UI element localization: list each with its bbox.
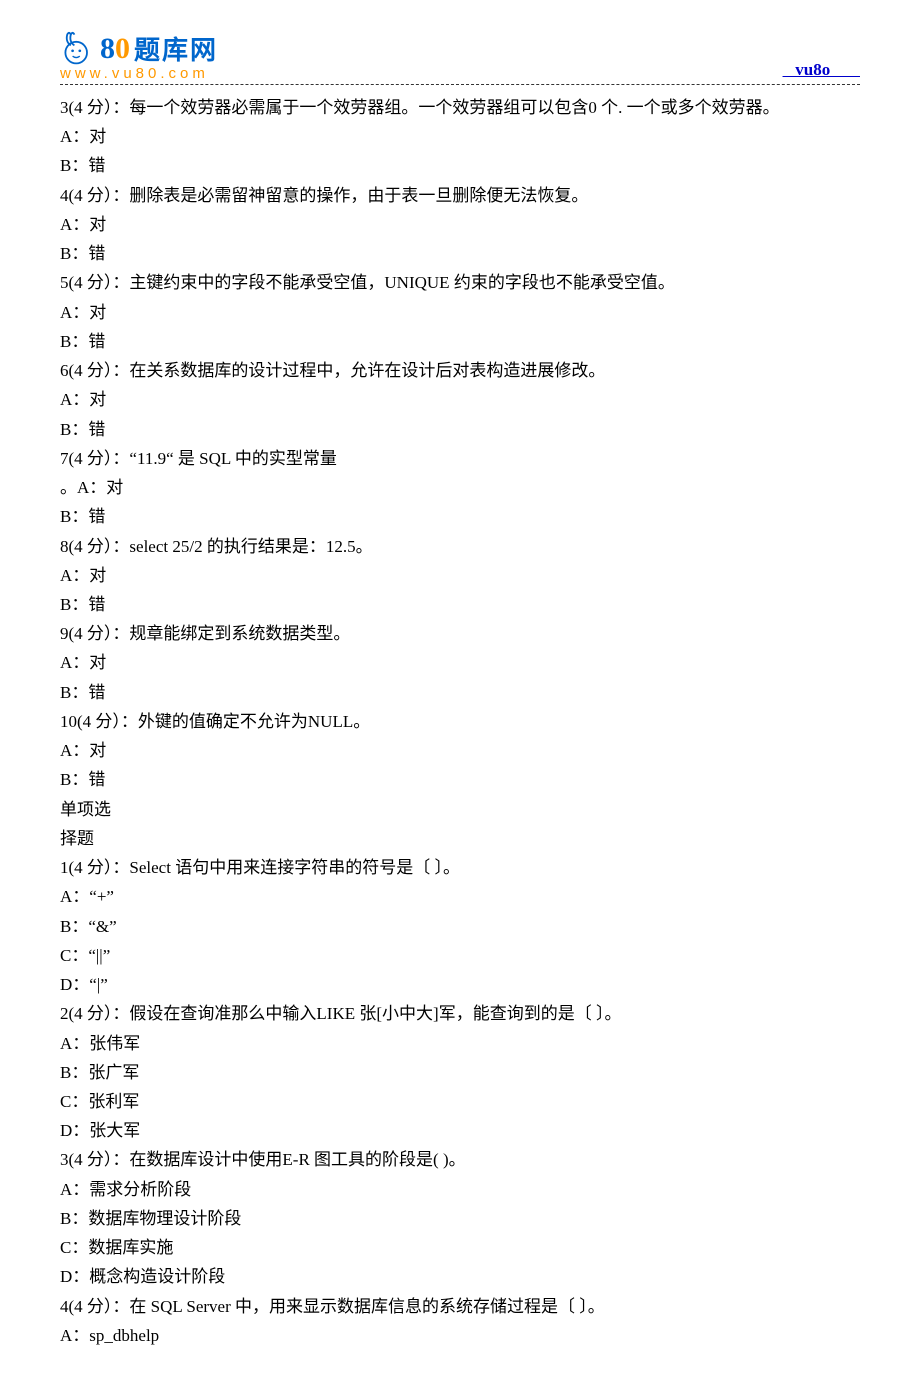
text-line: 10(4 分）：外键的值确定不允许为NULL。 xyxy=(60,707,860,736)
logo-text: 8 0 题库网 xyxy=(100,30,218,67)
text-line: 4(4 分）：删除表是必需留神留意的操作，由于表一旦删除便无法恢复。 xyxy=(60,181,860,210)
logo-digit-8: 8 xyxy=(100,32,115,66)
text-line: B：错 xyxy=(60,239,860,268)
text-line: A：sp_dbhelp xyxy=(60,1321,860,1350)
text-line: 4(4 分）：在 SQL Server 中，用来显示数据库信息的系统存储过程是〔… xyxy=(60,1292,860,1321)
text-line: C：数据库实施 xyxy=(60,1233,860,1262)
text-line: C：“||” xyxy=(60,941,860,970)
text-line: B：张广军 xyxy=(60,1058,860,1087)
text-line: 单项选 xyxy=(60,795,860,824)
header-row: 8 0 题库网 www.vu80.com vu8o xyxy=(60,30,860,82)
text-line: 2(4 分）：假设在查询准那么中输入LIKE 张[小中大]军，能查询到的是〔 〕… xyxy=(60,999,860,1028)
logo-cn-text: 题库网 xyxy=(134,30,218,67)
text-line: B：错 xyxy=(60,590,860,619)
text-line: B：错 xyxy=(60,151,860,180)
page-container: 8 0 题库网 www.vu80.com vu8o 3(4 分）：每一个效劳器必… xyxy=(0,0,920,1390)
text-line: A：“+” xyxy=(60,882,860,911)
text-line: 。A：对 xyxy=(60,473,860,502)
text-line: 9(4 分）：规章能绑定到系统数据类型。 xyxy=(60,619,860,648)
text-line: 择题 xyxy=(60,824,860,853)
header-link[interactable]: vu8o xyxy=(783,60,860,82)
text-line: D：张大军 xyxy=(60,1116,860,1145)
text-line: B：数据库物理设计阶段 xyxy=(60,1204,860,1233)
header-divider xyxy=(60,84,860,85)
text-line: A：对 xyxy=(60,298,860,327)
text-line: B：错 xyxy=(60,765,860,794)
text-line: A：需求分析阶段 xyxy=(60,1175,860,1204)
text-line: B：错 xyxy=(60,678,860,707)
text-line: A：对 xyxy=(60,210,860,239)
logo-digit-0: 0 xyxy=(115,32,130,66)
text-line: B：“&” xyxy=(60,912,860,941)
text-line: 1(4 分）：Select 语句中用来连接字符串的符号是〔 〕。 xyxy=(60,853,860,882)
text-line: A：对 xyxy=(60,122,860,151)
logo-top: 8 0 题库网 xyxy=(60,30,218,67)
text-line: B：错 xyxy=(60,415,860,444)
text-line: A：对 xyxy=(60,385,860,414)
text-line: A：对 xyxy=(60,648,860,677)
text-line: 7(4 分）：“11.9“ 是 SQL 中的实型常量 xyxy=(60,444,860,473)
text-line: 3(4 分）：每一个效劳器必需属于一个效劳器组。一个效劳器组可以包含0 个. 一… xyxy=(60,93,860,122)
text-line: A：对 xyxy=(60,736,860,765)
text-line: B：错 xyxy=(60,327,860,356)
document-body: 3(4 分）：每一个效劳器必需属于一个效劳器组。一个效劳器组可以包含0 个. 一… xyxy=(60,93,860,1350)
text-line: 8(4 分）：select 25/2 的执行结果是：12.5。 xyxy=(60,532,860,561)
text-line: 6(4 分）：在关系数据库的设计过程中，允许在设计后对表构造进展修改。 xyxy=(60,356,860,385)
text-line: A：张伟军 xyxy=(60,1029,860,1058)
text-line: B：错 xyxy=(60,502,860,531)
text-line: A：对 xyxy=(60,561,860,590)
text-line: C：张利军 xyxy=(60,1087,860,1116)
site-logo: 8 0 题库网 www.vu80.com xyxy=(60,30,218,82)
text-line: 3(4 分）：在数据库设计中使用E-R 图工具的阶段是( )。 xyxy=(60,1145,860,1174)
rabbit-icon xyxy=(60,31,96,67)
text-line: D：“|” xyxy=(60,970,860,999)
logo-url: www.vu80.com xyxy=(60,65,209,82)
text-line: 5(4 分）：主键约束中的字段不能承受空值，UNIQUE 约束的字段也不能承受空… xyxy=(60,268,860,297)
text-line: D：概念构造设计阶段 xyxy=(60,1262,860,1291)
